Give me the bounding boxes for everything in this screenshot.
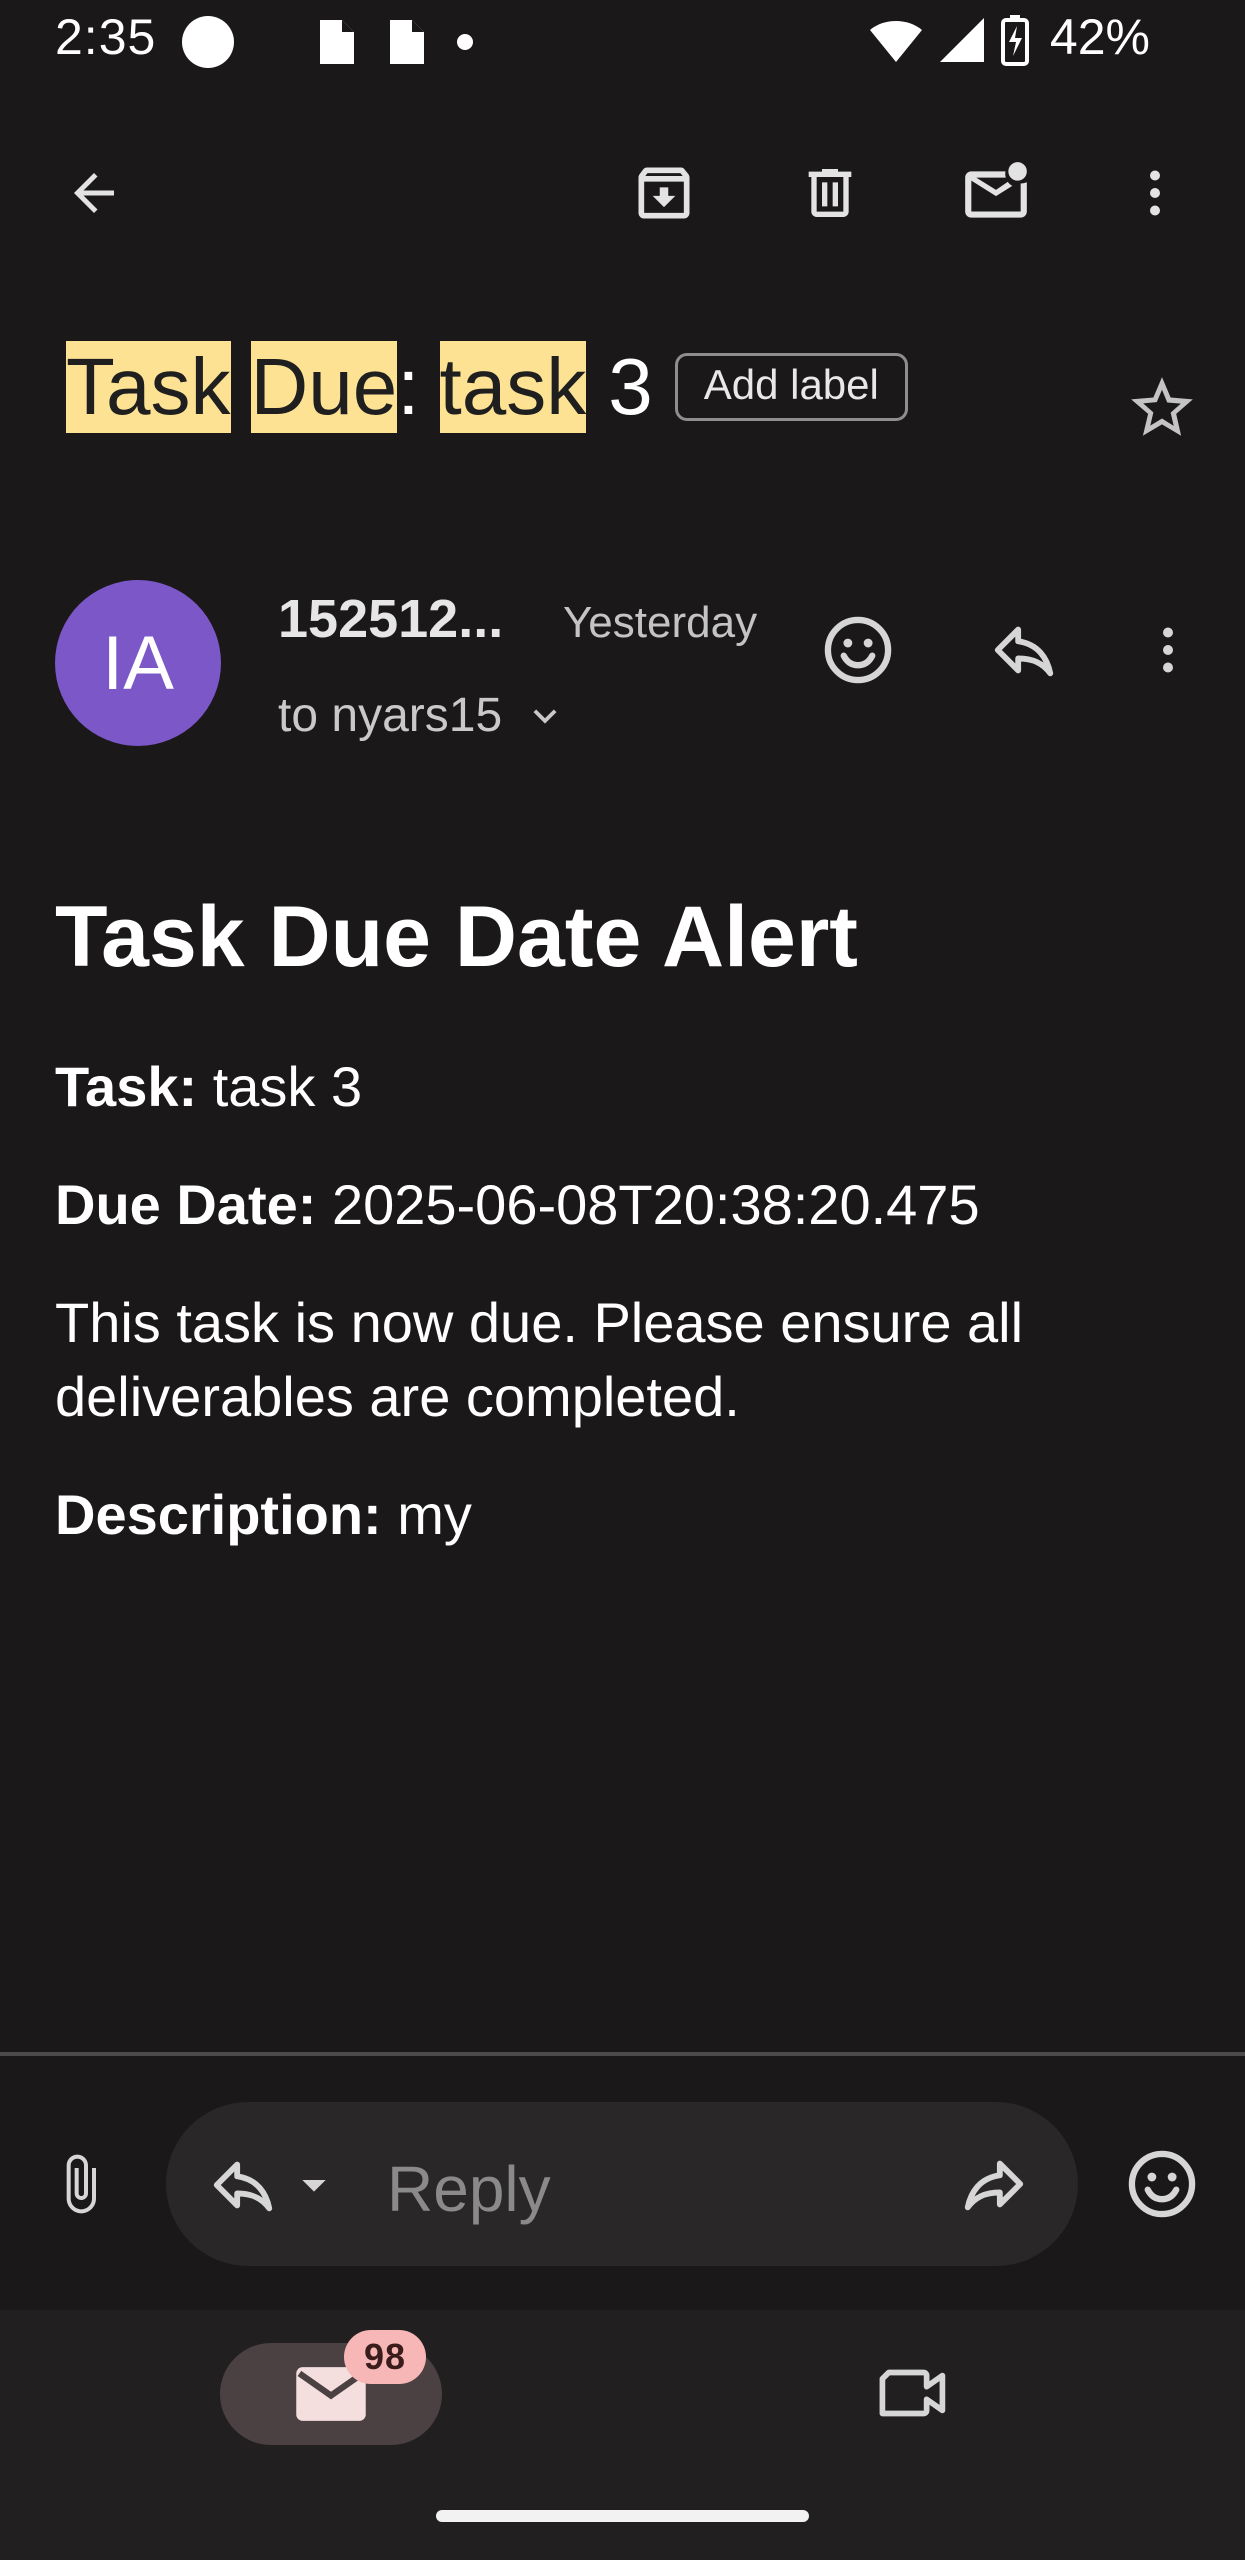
emoji-icon: [1128, 2150, 1196, 2218]
star-button[interactable]: [1114, 360, 1210, 456]
archive-icon: [638, 167, 690, 219]
subject-number: 3: [608, 342, 653, 431]
archive-button[interactable]: [616, 145, 712, 241]
reply-button[interactable]: [976, 602, 1072, 698]
emoji-button[interactable]: [1114, 2136, 1210, 2232]
bottom-navigation: [0, 2310, 1245, 2560]
attach-button[interactable]: [32, 2136, 128, 2232]
add-label-chip[interactable]: Add label: [674, 353, 908, 421]
message-more-button[interactable]: [1120, 602, 1216, 698]
status-time: 2:35: [55, 9, 157, 65]
unread-count-badge: 98: [344, 2330, 426, 2384]
signal-icon: [940, 18, 984, 62]
recipient-details[interactable]: to nyars15: [278, 688, 568, 743]
reply-icon: [994, 626, 1054, 677]
forward-button[interactable]: [946, 2136, 1042, 2232]
trash-icon: [808, 169, 852, 217]
recipient-label: to nyars15: [278, 689, 503, 742]
message-date: Yesterday: [563, 598, 758, 647]
divider: [0, 2052, 1245, 2056]
caret-down-icon: [302, 2180, 326, 2192]
mail-unread-icon: [965, 162, 1027, 218]
system-icons: [868, 14, 1030, 66]
sender-avatar[interactable]: IA: [55, 580, 221, 746]
task-label: Task:: [55, 1055, 198, 1118]
subject-line: Task Due : task 3 Add label: [66, 322, 908, 452]
more-vert-icon: [1150, 170, 1160, 216]
due-date-value: 2025-06-08T20:38:20.475: [331, 1173, 980, 1236]
video-camera-icon: [879, 2369, 946, 2417]
file-icon: [320, 20, 354, 64]
arrow-left-icon: [74, 173, 114, 213]
status-icons: [180, 14, 474, 70]
description-value: my: [397, 1483, 472, 1546]
subject-colon: :: [397, 342, 420, 431]
paperclip-icon: [66, 2154, 96, 2214]
email-heading: Task Due Date Alert: [55, 889, 858, 985]
delete-button[interactable]: [782, 145, 878, 241]
subject-highlight: Due: [250, 341, 398, 433]
forward-icon: [964, 2160, 1024, 2211]
due-date-line: Due Date: 2025-06-08T20:38:20.475: [55, 1168, 1195, 1242]
reply-placeholder[interactable]: Reply: [387, 2152, 551, 2226]
emoji-icon: [824, 616, 892, 684]
reply-type-selector[interactable]: [208, 2150, 334, 2220]
more-options-button[interactable]: [1107, 145, 1203, 241]
mark-unread-button[interactable]: [948, 145, 1044, 241]
task-note: This task is now due. Please ensure all …: [55, 1291, 1024, 1428]
due-date-label: Due Date:: [55, 1173, 317, 1236]
description-line: Description: my: [55, 1478, 1195, 1552]
description-label: Description:: [55, 1483, 382, 1546]
task-line: Task: task 3: [55, 1050, 1195, 1124]
dot-icon: [457, 34, 473, 50]
more-vert-icon: [1163, 627, 1173, 673]
reply-icon: [213, 2161, 273, 2212]
subject-highlight: task: [439, 341, 587, 433]
subject-highlight: Task: [66, 341, 231, 433]
chevron-down-icon: [533, 708, 557, 724]
task-value: task 3: [212, 1055, 363, 1118]
circle-status-icon: [182, 16, 234, 68]
sender-name[interactable]: 152512...: [278, 588, 503, 650]
home-indicator[interactable]: [436, 2510, 809, 2522]
back-button[interactable]: [46, 145, 142, 241]
battery-charging-icon: [1001, 15, 1029, 66]
battery-percent: 42%: [1049, 9, 1150, 65]
nav-meet-tab[interactable]: [866, 2345, 962, 2441]
file-icon: [390, 20, 424, 64]
wifi-icon: [870, 21, 922, 62]
star-outline-icon: [1131, 377, 1193, 436]
react-button[interactable]: [810, 602, 906, 698]
